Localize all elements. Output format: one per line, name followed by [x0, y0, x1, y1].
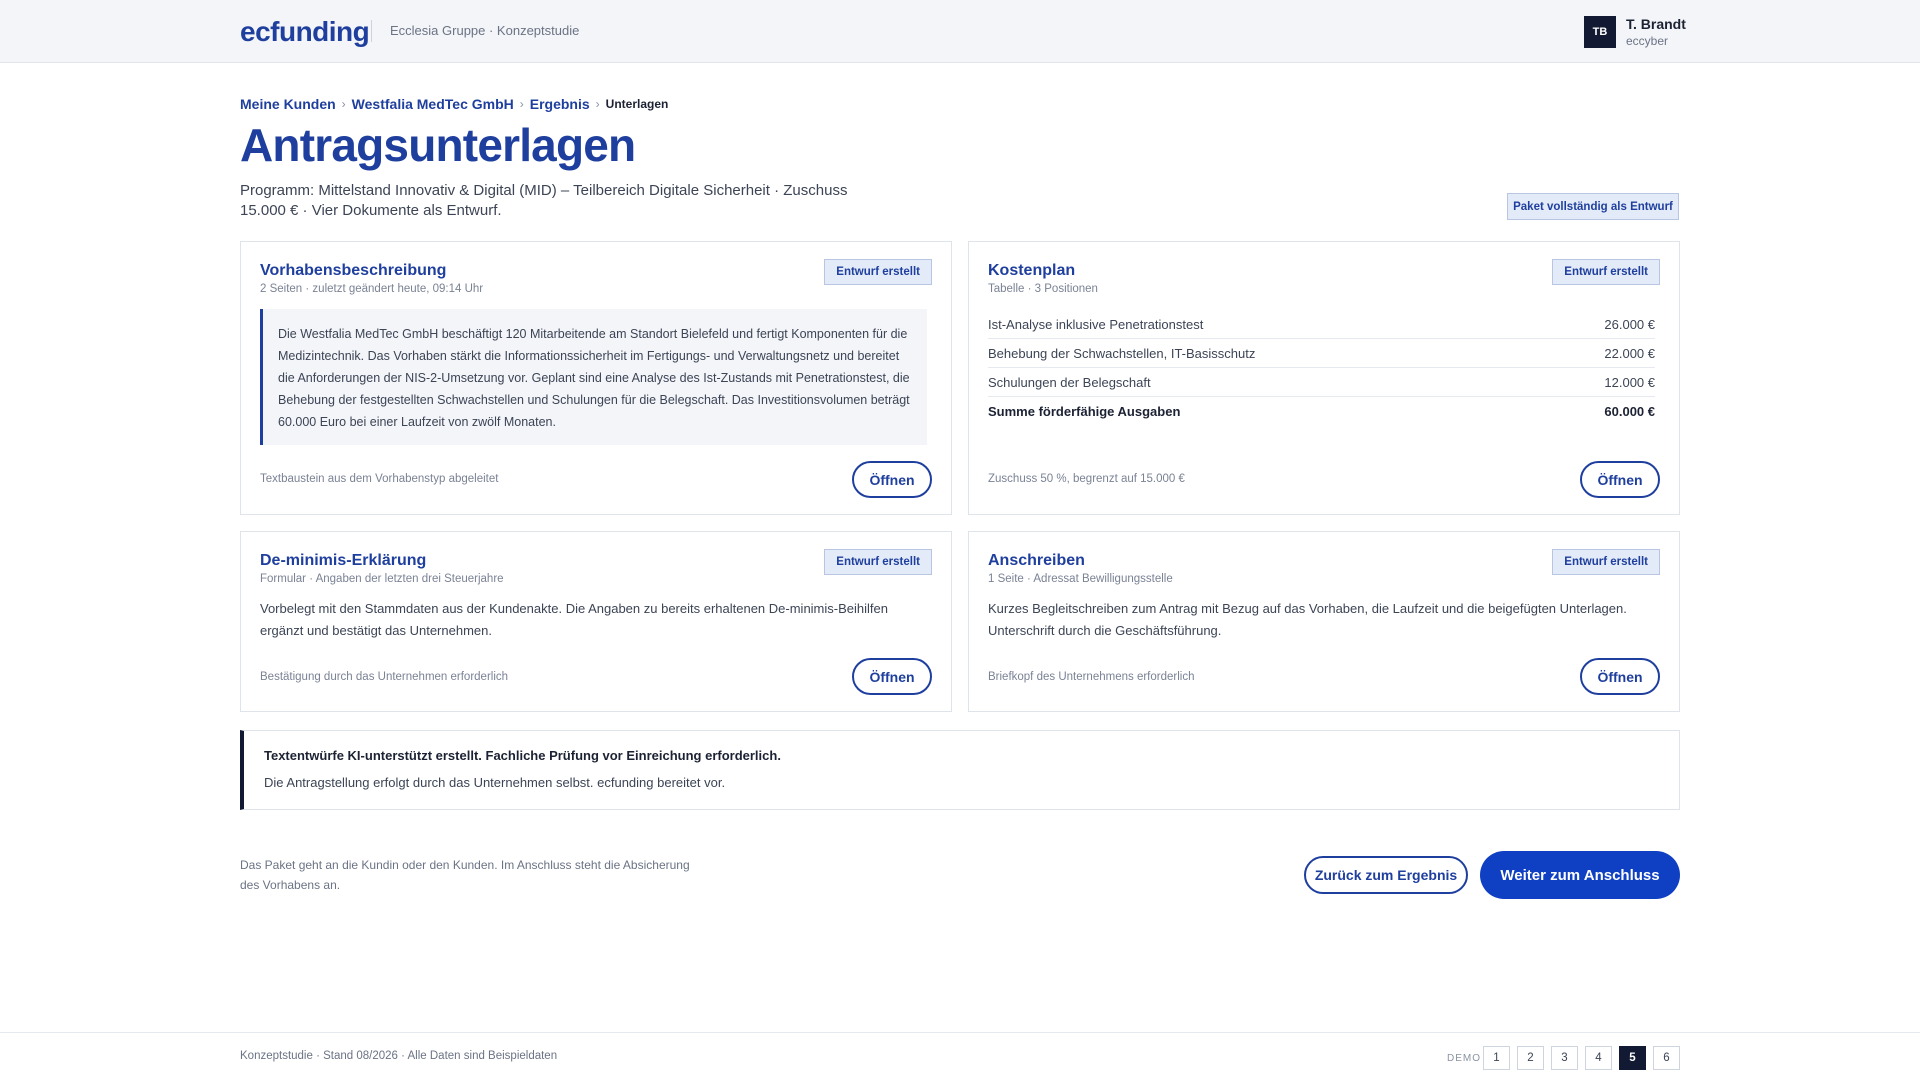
status-badge: Entwurf erstellt — [824, 549, 932, 575]
open-button[interactable]: Öffnen — [852, 461, 932, 498]
back-to-result-button[interactable]: Zurück zum Ergebnis — [1304, 856, 1468, 894]
card-description: Vorbelegt mit den Stammdaten aus der Kun… — [260, 601, 888, 638]
card-title[interactable]: Anschreiben — [988, 552, 1085, 570]
cost-total-row: Summe förderfähige Ausgaben 60.000 € — [988, 397, 1655, 426]
card-meta: 2 Seiten · zuletzt geändert heute, 09:14… — [260, 283, 484, 295]
header-divider — [371, 20, 372, 42]
cost-row: Ist-Analyse inklusive Penetrationstest 2… — [988, 310, 1655, 339]
cost-total-label: Summe förderfähige Ausgaben — [988, 404, 1181, 419]
status-badge: Entwurf erstellt — [824, 259, 932, 285]
demo-page-4[interactable]: 4 — [1585, 1046, 1612, 1070]
card-meta: Formular · Angaben der letzten drei Steu… — [260, 573, 504, 585]
disclaimer-headline: Textentwürfe KI-unterstützt erstellt. Fa… — [264, 748, 781, 763]
user-name[interactable]: T. Brandt — [1626, 16, 1686, 32]
app-subtitle: Ecclesia Gruppe · Konzeptstudie — [390, 23, 580, 38]
cost-label: Behebung der Schwachstellen, IT-Basissch… — [988, 345, 1256, 361]
app-logo[interactable]: ecfunding — [240, 16, 370, 48]
footer-text: Konzeptstudie · Stand 08/2026 · Alle Dat… — [240, 1050, 558, 1062]
text-preview: Die Westfalia MedTec GmbH beschäftigt 12… — [260, 309, 927, 445]
page-title: Antragsunterlagen — [240, 119, 636, 171]
document-card-vorhabensbeschreibung: Vorhabensbeschreibung 2 Seiten · zuletzt… — [240, 241, 952, 515]
cost-label: Ist-Analyse inklusive Penetrationstest — [988, 316, 1204, 332]
document-card-anschreiben: Anschreiben 1 Seite · Adressat Bewilligu… — [968, 531, 1680, 712]
document-card-kostenplan: Kostenplan Tabelle · 3 Positionen Entwur… — [968, 241, 1680, 515]
card-note: Zuschuss 50 %, begrenzt auf 15.000 € — [988, 473, 1185, 485]
card-description: Kurzes Begleitschreiben zum Antrag mit B… — [988, 601, 1627, 638]
program-description: Programm: Mittelstand Innovativ & Digita… — [240, 182, 848, 219]
cost-label: Schulungen der Belegschaft — [988, 374, 1151, 390]
card-meta: 1 Seite · Adressat Bewilligungsstelle — [988, 573, 1173, 585]
demo-page-2[interactable]: 2 — [1517, 1046, 1544, 1070]
cost-amount: 26.000 € — [1604, 316, 1655, 332]
card-note: Briefkopf des Unternehmens erforderlich — [988, 671, 1195, 683]
demo-page-6[interactable]: 6 — [1653, 1046, 1680, 1070]
cost-total-amount: 60.000 € — [1604, 404, 1655, 419]
continue-button[interactable]: Weiter zum Anschluss — [1480, 851, 1680, 899]
status-badge: Entwurf erstellt — [1552, 259, 1660, 285]
status-badge: Entwurf erstellt — [1552, 549, 1660, 575]
card-note: Textbaustein aus dem Vorhabenstyp abgele… — [260, 473, 499, 485]
breadcrumb: Meine Kunden › Westfalia MedTec GmbH › E… — [240, 96, 668, 112]
user-handle: eccyber — [1626, 34, 1669, 48]
disclaimer-text: Die Antragstellung erfolgt durch das Unt… — [264, 775, 726, 790]
breadcrumb-customer[interactable]: Westfalia MedTec GmbH — [352, 96, 514, 112]
card-note: Bestätigung durch das Unternehmen erford… — [260, 671, 509, 683]
footer: Konzeptstudie · Stand 08/2026 · Alle Dat… — [0, 1032, 1920, 1080]
handover-note: Das Paket geht an die Kundin oder den Ku… — [240, 858, 690, 892]
card-title[interactable]: De-minimis-Erklärung — [260, 552, 426, 570]
avatar[interactable]: TB — [1584, 16, 1616, 48]
cost-amount: 12.000 € — [1604, 374, 1655, 390]
breadcrumb-separator: › — [519, 97, 524, 111]
card-title[interactable]: Vorhabensbeschreibung — [260, 262, 446, 280]
package-status-badge: Paket vollständig als Entwurf — [1507, 193, 1679, 220]
demo-page-1[interactable]: 1 — [1483, 1046, 1510, 1070]
cost-row: Schulungen der Belegschaft 12.000 € — [988, 368, 1655, 397]
breadcrumb-meine-kunden[interactable]: Meine Kunden — [240, 96, 336, 112]
cost-table: Ist-Analyse inklusive Penetrationstest 2… — [988, 310, 1655, 426]
card-meta: Tabelle · 3 Positionen — [988, 283, 1098, 295]
breadcrumb-current: Unterlagen — [605, 97, 669, 111]
breadcrumb-separator: › — [595, 97, 600, 111]
demo-page-5[interactable]: 5 — [1619, 1046, 1646, 1070]
cost-row: Behebung der Schwachstellen, IT-Basissch… — [988, 339, 1655, 368]
open-button[interactable]: Öffnen — [1580, 461, 1660, 498]
top-bar: ecfunding Ecclesia Gruppe · Konzeptstudi… — [0, 0, 1920, 63]
demo-label: DEMO — [1447, 1053, 1481, 1064]
open-button[interactable]: Öffnen — [1580, 658, 1660, 695]
breadcrumb-ergebnis[interactable]: Ergebnis — [530, 96, 590, 112]
cost-amount: 22.000 € — [1604, 345, 1655, 361]
demo-page-3[interactable]: 3 — [1551, 1046, 1578, 1070]
card-title[interactable]: Kostenplan — [988, 262, 1075, 280]
open-button[interactable]: Öffnen — [852, 658, 932, 695]
document-card-deminimis: De-minimis-Erklärung Formular · Angaben … — [240, 531, 952, 712]
breadcrumb-separator: › — [341, 97, 346, 111]
ai-disclaimer-box: Textentwürfe KI-unterstützt erstellt. Fa… — [240, 730, 1680, 810]
